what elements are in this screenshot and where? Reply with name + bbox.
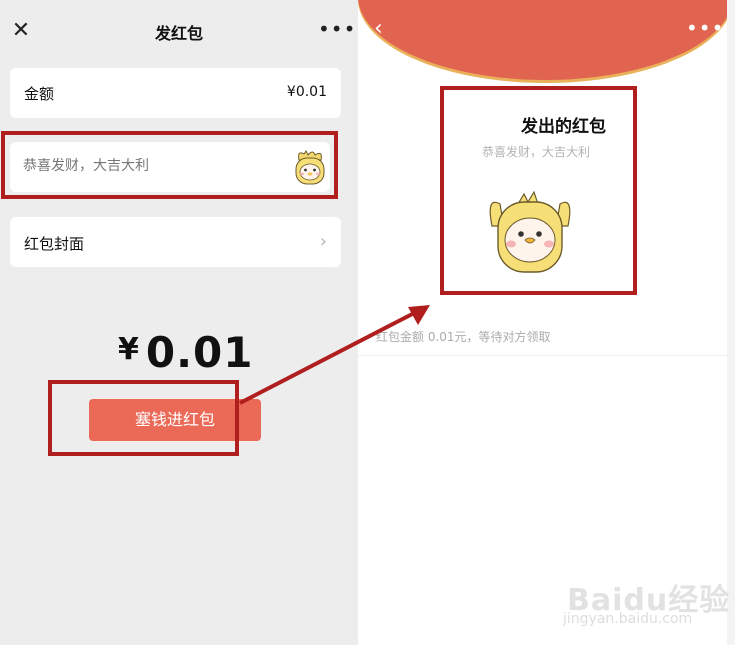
amount-value: ¥0.01 xyxy=(286,84,327,100)
amount-label: 金额 xyxy=(24,85,55,103)
red-header xyxy=(358,0,733,80)
cover-row[interactable]: 红包封面 › xyxy=(10,217,341,267)
annotation-arrow xyxy=(239,305,430,405)
page-title: 发红包 xyxy=(154,24,203,43)
edge-strip xyxy=(727,0,735,645)
highlight-greeting xyxy=(1,131,338,199)
highlight-sent-card xyxy=(440,86,637,295)
watermark-url: jingyan.baidu.com xyxy=(563,611,693,627)
back-icon[interactable]: ‹ xyxy=(374,16,383,41)
currency-symbol: ¥ xyxy=(118,332,140,367)
highlight-send-button xyxy=(48,380,239,456)
chevron-right-icon: › xyxy=(319,231,327,252)
more-icon[interactable]: ••• xyxy=(318,16,355,42)
cover-label: 红包封面 xyxy=(24,235,85,253)
amount-row[interactable]: 金额 ¥0.01 xyxy=(10,68,341,118)
more-icon[interactable]: ••• xyxy=(686,16,724,40)
